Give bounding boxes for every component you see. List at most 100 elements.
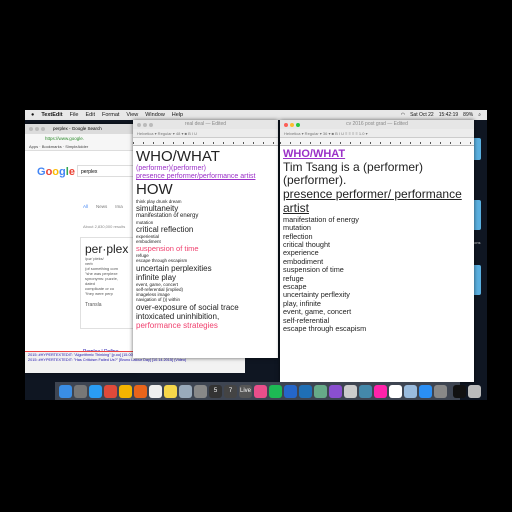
desktop: ● TextEdit File Edit Format View Window … <box>25 110 487 400</box>
menu-view[interactable]: View <box>126 112 138 118</box>
menu-help[interactable]: Help <box>172 112 183 118</box>
dock-app-icon[interactable]: 7 <box>224 384 237 398</box>
document-line: simultaneity <box>136 203 179 213</box>
dock-safari-icon[interactable] <box>89 384 102 398</box>
chrome-window: perplex - Google Search https://www.goog… <box>25 124 137 372</box>
bookmark-apps[interactable]: Apps <box>29 144 38 149</box>
status-area: ◠ Sat Oct 22 15:42:19 89% ⌕ <box>401 110 481 120</box>
ruler[interactable] <box>280 138 474 146</box>
dock-app-icon[interactable] <box>359 384 372 398</box>
document-line: suspension of time <box>283 265 344 275</box>
bookmarks-bar: Apps · Bookmarks · SimpleAdder <box>25 143 137 151</box>
dock-app-icon[interactable]: 5 <box>209 384 222 398</box>
document-line: refuge <box>283 273 304 283</box>
dock-live-icon[interactable]: Live <box>239 384 252 398</box>
dock-photos-icon[interactable] <box>374 384 387 398</box>
dock-launchpad-icon[interactable] <box>74 384 87 398</box>
document-line: presence performer/performance artist <box>136 173 256 181</box>
menu-bar: ● TextEdit File Edit Format View Window … <box>25 110 487 120</box>
document-line: suspension of time <box>136 243 199 253</box>
battery-level[interactable]: 89% <box>463 112 473 118</box>
search-input[interactable]: perplex <box>77 165 137 177</box>
tab-title: perplex - Google Search <box>53 126 102 131</box>
results-count: About 2,830,000 results <box>83 224 126 229</box>
title-bar[interactable]: cv 2016 post grad — Edited <box>280 120 474 129</box>
document-line: manifestation of energy <box>136 212 199 219</box>
document-line: (performer)(performer) <box>136 165 207 173</box>
dock-itunes-icon[interactable] <box>254 384 267 398</box>
dock-app-icon[interactable] <box>344 384 357 398</box>
tab-news[interactable]: News <box>96 204 107 209</box>
link[interactable]: 2015: #HYPERTEXTEDIT: "Has Criticism Fai… <box>28 358 242 363</box>
example: "they were perp <box>85 291 113 296</box>
dock-window-icon[interactable] <box>453 384 466 398</box>
textedit-window-real-deal: real deal — Edited Helvetica ▾ Regular ▾… <box>133 120 278 358</box>
format-toolbar[interactable]: Helvetica ▾ Regular ▾ 48 ▾ ■ B I U <box>133 129 278 138</box>
dictionary-card: per·plex /pərˈpleks/ verb (of something … <box>80 237 137 329</box>
dock: 5 7 Live <box>55 382 481 400</box>
dock-notes-icon[interactable] <box>164 384 177 398</box>
document-line: uncertain perplexities <box>136 263 212 273</box>
menu-edit[interactable]: Edit <box>86 112 95 118</box>
document-line: intoxicated uninhibition, <box>136 311 220 321</box>
dock-app-icon[interactable] <box>179 384 192 398</box>
document-line: over-exposure of social trace <box>136 302 239 312</box>
window-title: real deal — Edited <box>184 121 227 127</box>
translate-link[interactable]: Transla <box>85 302 135 308</box>
dock-chrome-icon[interactable] <box>104 384 117 398</box>
dock-drive-icon[interactable] <box>119 384 132 398</box>
dock-imovie-icon[interactable] <box>329 384 342 398</box>
document-line: escape through escapism <box>283 323 367 333</box>
format-toolbar[interactable]: Helvetica ▾ Regular ▾ 36 ▾ ■ B I U ≡ ≡ ≡… <box>280 129 474 138</box>
dock-messages-icon[interactable] <box>419 384 432 398</box>
minimize-button[interactable] <box>290 122 294 127</box>
document-line: WHO/WHAT <box>283 148 346 160</box>
close-button[interactable] <box>284 122 288 127</box>
menu-app[interactable]: TextEdit <box>41 112 62 118</box>
document-line: infinite play <box>136 272 177 282</box>
dock-firefox-icon[interactable] <box>134 384 147 398</box>
dock-spotify-icon[interactable] <box>269 384 282 398</box>
dock-app-icon[interactable] <box>194 384 207 398</box>
tab-all[interactable]: All <box>83 204 88 209</box>
dock-preview-icon[interactable] <box>404 384 417 398</box>
document-body[interactable]: WHO/WHAT (performer)(performer) presence p… <box>133 146 278 332</box>
bookmark-simpleadder[interactable]: SimpleAdder <box>65 144 88 149</box>
dock-app-icon[interactable] <box>314 384 327 398</box>
document-line: Tim Tsang is a (performer) (performer). <box>283 159 424 188</box>
search-icon[interactable]: ⌕ <box>478 112 481 118</box>
apple-icon[interactable]: ● <box>31 112 34 118</box>
document-line: HOW <box>136 181 173 199</box>
status-date[interactable]: Sat Oct 22 <box>410 112 434 118</box>
menu-file[interactable]: File <box>70 112 79 118</box>
textedit-window-cv: cv 2016 post grad — Edited Helvetica ▾ R… <box>280 120 474 382</box>
menu-window[interactable]: Window <box>145 112 165 118</box>
title-bar[interactable]: real deal — Edited <box>133 120 278 129</box>
word: per·plex <box>85 242 129 256</box>
document-line: presence performer/ performance artist <box>283 187 462 216</box>
ruler[interactable] <box>133 138 278 146</box>
window-title: cv 2016 post grad — Edited <box>346 121 408 127</box>
document-line: WHO/WHAT <box>136 148 220 165</box>
tab-images[interactable]: Ima <box>115 204 123 209</box>
dock-textedit-icon[interactable] <box>149 384 162 398</box>
search-tabs: All News Ima <box>83 204 123 209</box>
dock-app-icon[interactable] <box>284 384 297 398</box>
dock-finder-icon[interactable] <box>59 384 72 398</box>
browser-tab[interactable]: perplex - Google Search <box>25 124 137 134</box>
document-line: performance strategies <box>136 320 218 330</box>
dock-calendar-icon[interactable] <box>389 384 402 398</box>
status-time[interactable]: 15:42:19 <box>439 112 458 118</box>
address-bar[interactable]: https://www.google. <box>25 134 137 143</box>
wifi-icon[interactable]: ◠ <box>401 112 405 118</box>
menu-format[interactable]: Format <box>102 112 119 118</box>
google-logo[interactable]: Google <box>37 166 75 178</box>
dock-app-icon[interactable] <box>299 384 312 398</box>
document-line: critical reflection <box>136 225 194 235</box>
dock-preferences-icon[interactable] <box>434 384 447 398</box>
zoom-button[interactable] <box>296 122 300 127</box>
document-line: manifestation of energy <box>283 214 359 224</box>
document-body[interactable]: WHO/WHAT Tim Tsang is a (performer) (perf… <box>280 146 474 335</box>
bookmark-bookmarks[interactable]: Bookmarks <box>42 144 62 149</box>
dock-trash-icon[interactable] <box>468 384 481 398</box>
